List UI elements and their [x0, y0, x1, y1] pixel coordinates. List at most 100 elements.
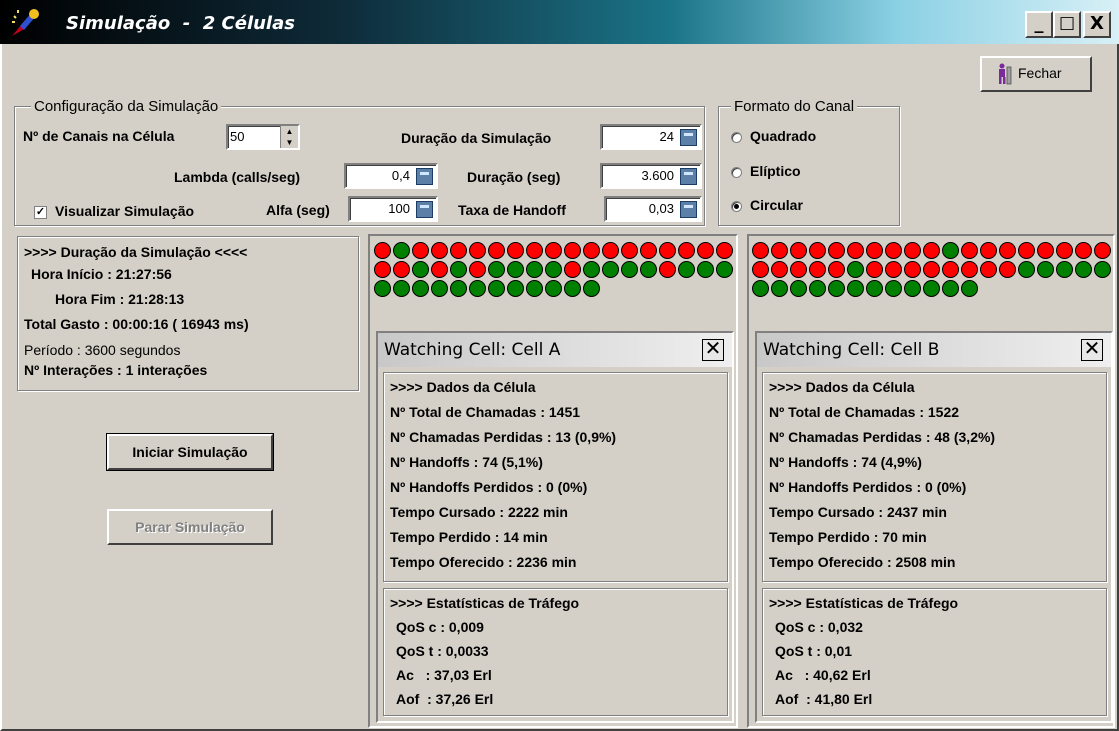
channels-spinner[interactable]: 50 ▲ ▼	[226, 124, 300, 150]
lambda-value: 0,4	[391, 168, 410, 183]
qos-c: QoS c : 0,032	[775, 619, 863, 635]
close-watch-b-icon[interactable]: ✕	[1081, 339, 1103, 361]
channel-free-dot	[1075, 261, 1092, 278]
radio-icon[interactable]	[731, 131, 742, 143]
lost-calls: Nº Chamadas Perdidas : 13 (0,9%)	[390, 429, 617, 445]
aof: Aof : 41,80 Erl	[775, 691, 873, 707]
channel-busy-dot	[923, 261, 940, 278]
cell-b-stats: >>>> Estatísticas de Tráfego QoS c : 0,0…	[762, 588, 1107, 716]
channel-free-dot	[412, 261, 429, 278]
time-offered: Tempo Oferecido : 2236 min	[390, 554, 577, 570]
channel-free-dot	[678, 261, 695, 278]
channel-free-dot	[847, 261, 864, 278]
channels-label: Nº de Canais na Célula	[23, 128, 175, 144]
radio-label: Quadrado	[750, 128, 817, 144]
cell-b-channels	[752, 242, 1112, 297]
close-window-button[interactable]: X	[1083, 11, 1111, 38]
total-time: Total Gasto : 00:00:16 ( 16943 ms)	[24, 316, 249, 332]
channel-busy-dot	[374, 261, 391, 278]
channel-free-dot	[1037, 261, 1054, 278]
channel-free-dot	[450, 261, 467, 278]
minimize-button[interactable]: _	[1025, 11, 1053, 38]
time-offered: Tempo Oferecido : 2508 min	[769, 554, 956, 570]
calculator-icon[interactable]	[680, 168, 697, 185]
channel-free-dot	[1018, 261, 1035, 278]
start-simulation-button[interactable]: Iniciar Simulação	[106, 433, 274, 471]
duration-sim-field[interactable]: 24	[600, 124, 702, 150]
data-title: >>>> Dados da Célula	[769, 379, 915, 395]
calculator-icon[interactable]	[680, 129, 697, 146]
interactions: Nº Interações : 1 interações	[24, 362, 208, 378]
spinner-arrows-icon[interactable]: ▲ ▼	[280, 126, 298, 148]
channel-free-dot	[809, 280, 826, 297]
checkbox-checked-icon[interactable]: ✓	[34, 205, 47, 219]
stop-simulation-button[interactable]: Parar Simulação	[107, 509, 273, 545]
close-watch-a-icon[interactable]: ✕	[702, 339, 724, 361]
channel-busy-dot	[469, 242, 486, 259]
channel-free-dot	[961, 280, 978, 297]
channel-busy-dot	[961, 261, 978, 278]
alfa-value: 100	[388, 201, 410, 216]
channel-busy-dot	[488, 242, 505, 259]
lambda-field[interactable]: 0,4	[344, 163, 438, 189]
close-button[interactable]: Fechar	[980, 56, 1092, 92]
channel-free-dot	[583, 280, 600, 297]
channel-free-dot	[469, 280, 486, 297]
maximize-button[interactable]: □	[1053, 11, 1081, 38]
radio-selected-icon[interactable]	[731, 200, 742, 212]
duration-sec-field[interactable]: 3.600	[600, 163, 702, 189]
channel-busy-dot	[431, 242, 448, 259]
handoff-field[interactable]: 0,03	[604, 196, 702, 222]
channel-free-dot	[771, 280, 788, 297]
channel-busy-dot	[659, 261, 676, 278]
channel-busy-dot	[564, 242, 581, 259]
channel-busy-dot	[885, 242, 902, 259]
channel-free-dot	[507, 261, 524, 278]
radio-quadrado[interactable]: Quadrado	[731, 128, 816, 144]
channel-busy-dot	[790, 261, 807, 278]
calculator-icon[interactable]	[680, 201, 697, 218]
title-bar: Simulação - 2 Células _ □ X	[0, 0, 1119, 44]
channel-free-dot	[526, 280, 543, 297]
alfa-field[interactable]: 100	[348, 196, 438, 222]
channel-busy-dot	[828, 242, 845, 259]
channel-free-dot	[828, 280, 845, 297]
window-title: Simulação - 2 Células	[66, 13, 295, 34]
channel-free-dot	[1094, 261, 1111, 278]
data-title: >>>> Dados da Célula	[390, 379, 536, 395]
channel-free-dot	[942, 280, 959, 297]
channel-free-dot	[885, 280, 902, 297]
duration-sim-label: Duração da Simulação	[401, 130, 552, 146]
channel-free-dot	[904, 280, 921, 297]
cell-a-channels	[374, 242, 734, 297]
channel-busy-dot	[904, 242, 921, 259]
handoffs: Nº Handoffs : 74 (5,1%)	[390, 454, 543, 470]
ac: Ac : 40,62 Erl	[775, 667, 871, 683]
channel-busy-dot	[678, 242, 695, 259]
radio-circular[interactable]: Circular	[731, 197, 803, 213]
channel-busy-dot	[1094, 242, 1111, 259]
cell-a-stats: >>>> Estatísticas de Tráfego QoS c : 0,0…	[383, 588, 728, 716]
channel-free-dot	[526, 261, 543, 278]
channel-free-dot	[752, 280, 769, 297]
channel-free-dot	[545, 280, 562, 297]
channel-format-legend: Formato do Canal	[731, 98, 858, 115]
time-lost: Tempo Perdido : 70 min	[769, 529, 927, 545]
visualize-checkbox[interactable]: ✓ Visualizar Simulação	[34, 203, 194, 219]
channel-busy-dot	[431, 261, 448, 278]
total-calls: Nº Total de Chamadas : 1522	[769, 404, 960, 420]
channel-busy-dot	[942, 261, 959, 278]
channel-free-dot	[450, 280, 467, 297]
calculator-icon[interactable]	[416, 201, 433, 218]
radio-label: Elíptico	[750, 163, 801, 179]
channel-free-dot	[564, 280, 581, 297]
channel-free-dot	[866, 280, 883, 297]
channel-busy-dot	[450, 242, 467, 259]
radio-icon[interactable]	[731, 166, 742, 178]
calculator-icon[interactable]	[416, 168, 433, 185]
channel-busy-dot	[1018, 242, 1035, 259]
channel-busy-dot	[716, 242, 733, 259]
channel-busy-dot	[545, 242, 562, 259]
channel-free-dot	[697, 261, 714, 278]
radio-eliptico[interactable]: Elíptico	[731, 163, 801, 179]
